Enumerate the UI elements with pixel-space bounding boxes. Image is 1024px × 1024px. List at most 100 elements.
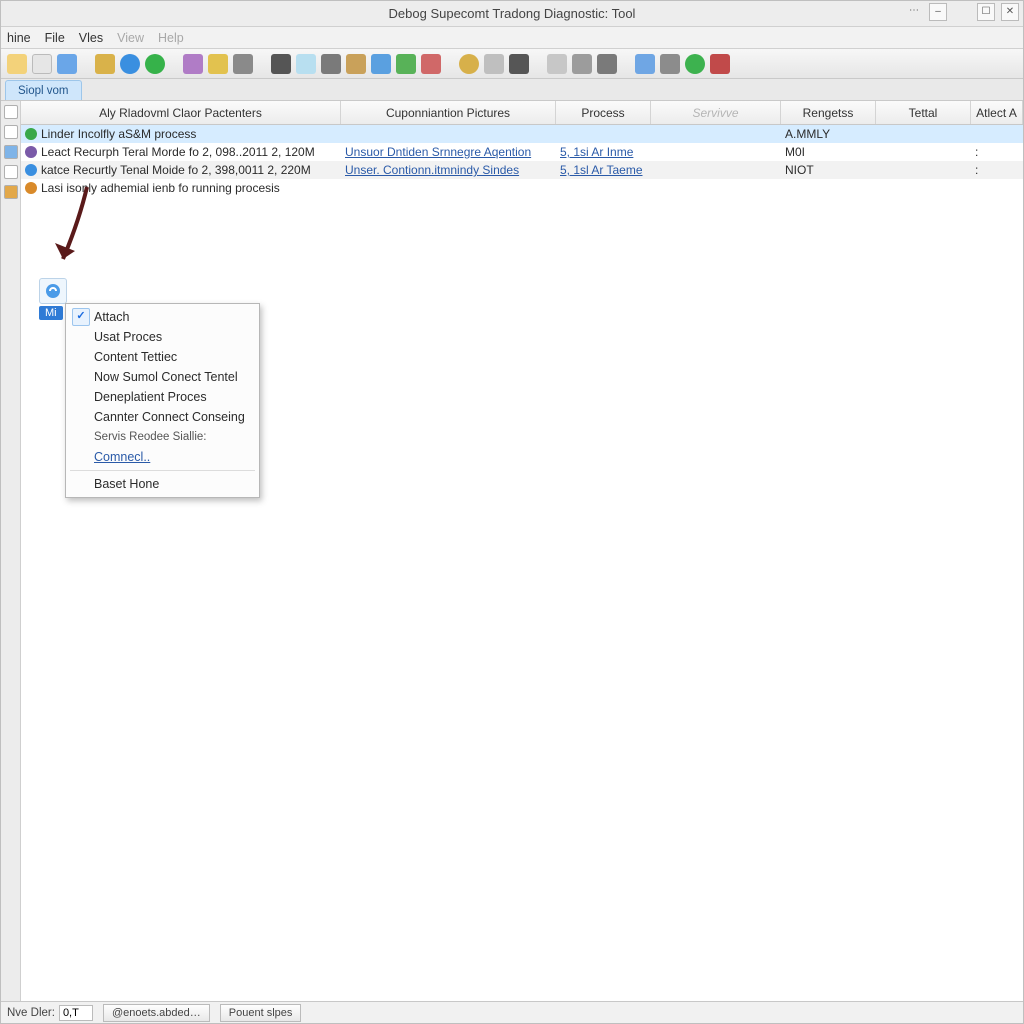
status-button-2[interactable]: Pouent slpes	[220, 1004, 302, 1022]
filter-icon[interactable]	[572, 54, 592, 74]
menu-item-canter-connect[interactable]: Cannter Connect Conseing	[66, 407, 259, 427]
list-icon[interactable]	[484, 54, 504, 74]
wrench-icon[interactable]	[233, 54, 253, 74]
col-header-6[interactable]: Atlect A	[971, 101, 1023, 124]
menu-item-usat-proces[interactable]: Usat Proces	[66, 327, 259, 347]
status-input[interactable]	[59, 1005, 93, 1021]
menu-file[interactable]: File	[45, 31, 65, 45]
window-controls: ⋯ – ☐ ✕	[905, 3, 1019, 21]
col-header-3[interactable]: Servivve	[651, 101, 781, 124]
menu-help[interactable]: Help	[158, 31, 184, 45]
stop-icon[interactable]	[421, 54, 441, 74]
menubar: hine File Vles View Help	[1, 27, 1023, 49]
sidebar-icon[interactable]	[4, 125, 18, 139]
maximize-button[interactable]: ☐	[977, 3, 995, 21]
menu-item-deneplatent[interactable]: Deneplatient Proces	[66, 387, 259, 407]
toolbar	[1, 49, 1023, 79]
scissors-icon[interactable]	[597, 54, 617, 74]
table-rows: Linder Incolfly aS&M process A.MMLY Leac…	[21, 125, 1023, 197]
tag-icon[interactable]	[95, 54, 115, 74]
status-icon	[25, 128, 37, 140]
cell: A.MMLY	[781, 127, 876, 141]
status-icon	[25, 164, 37, 176]
titlebar: Debog Supecomt Tradong Diagnostic: Tool …	[1, 1, 1023, 27]
menu-hine[interactable]: hine	[7, 31, 31, 45]
col-header-4[interactable]: Rengetss	[781, 101, 876, 124]
menu-item-servis[interactable]: Servis Reodee Siallie:	[66, 427, 259, 447]
cell: NIOT	[781, 163, 876, 177]
zoom-icon[interactable]	[547, 54, 567, 74]
menu-item-baset-hone[interactable]: Baset Hone	[66, 474, 259, 494]
process-chip-label: Mi	[39, 306, 63, 320]
cell-link[interactable]: Unser. Contionn.itmnindy Sindes	[345, 163, 519, 177]
process-chip[interactable]: Mi	[39, 278, 67, 320]
clock-icon[interactable]	[459, 54, 479, 74]
left-sidebar	[1, 101, 21, 1001]
server-icon[interactable]	[321, 54, 341, 74]
status-icon	[25, 182, 37, 194]
sidebar-icon[interactable]	[4, 165, 18, 179]
main-panel: Aly Rladovml Claor Pactenters Cuponniant…	[21, 101, 1023, 1001]
menu-item-now-sumol[interactable]: Now Sumol Conect Tentel	[66, 367, 259, 387]
cell: M0I	[781, 145, 876, 159]
tab-label: Siopl vom	[18, 85, 69, 97]
gear-icon[interactable]	[660, 54, 680, 74]
pencil-icon[interactable]	[271, 54, 291, 74]
menu-divider	[70, 470, 255, 471]
window-icon[interactable]	[296, 54, 316, 74]
menu-item-attach[interactable]: Attach	[66, 307, 259, 327]
record-icon[interactable]	[710, 54, 730, 74]
run-icon[interactable]	[685, 54, 705, 74]
table-row[interactable]: Lasi isonly adhemial ienb fo running pro…	[21, 179, 1023, 197]
refresh-icon[interactable]	[635, 54, 655, 74]
cell: Lasi isonly adhemial ienb fo running pro…	[41, 181, 280, 195]
shield-icon[interactable]	[371, 54, 391, 74]
table-row[interactable]: Leact Recurph Teral Morde fo 2, 098..201…	[21, 143, 1023, 161]
window-spacer-icon	[953, 3, 971, 21]
status-field-nve: Nve Dler:	[7, 1005, 93, 1021]
brush-icon[interactable]	[183, 54, 203, 74]
table-header: Aly Rladovml Claor Pactenters Cuponniant…	[21, 101, 1023, 125]
box-icon[interactable]	[346, 54, 366, 74]
tabstrip: Siopl vom	[1, 79, 1023, 101]
table-row[interactable]: katce Recurtly Tenal Moide fo 2, 398,001…	[21, 161, 1023, 179]
cell: :	[971, 163, 1023, 177]
sidebar-icon[interactable]	[4, 105, 18, 119]
globe-icon[interactable]	[120, 54, 140, 74]
cell-link[interactable]: Unsuor Dntiden Srnnegre Aqention	[345, 145, 531, 159]
close-button[interactable]: ✕	[1001, 3, 1019, 21]
menu-vles[interactable]: Vles	[79, 31, 103, 45]
window-title: Debog Supecomt Tradong Diagnostic: Tool	[389, 6, 636, 21]
body: Aly Rladovml Claor Pactenters Cuponniant…	[1, 101, 1023, 1001]
status-button-1[interactable]: @enoets.abded…	[103, 1004, 210, 1022]
col-header-0[interactable]: Aly Rladovml Claor Pactenters	[21, 101, 341, 124]
disk-icon[interactable]	[57, 54, 77, 74]
cell-link[interactable]: 5, 1sl Ar Taeme	[560, 163, 643, 177]
play-icon[interactable]	[145, 54, 165, 74]
col-header-1[interactable]: Cuponniantion Pictures	[341, 101, 556, 124]
menu-view[interactable]: View	[117, 31, 144, 45]
check-icon[interactable]	[396, 54, 416, 74]
cell: Leact Recurph Teral Morde fo 2, 098..201…	[41, 145, 315, 159]
terminal-icon[interactable]	[509, 54, 529, 74]
cell: Linder Incolfly aS&M process	[41, 127, 196, 141]
window-spacer-icon: ⋯	[905, 3, 923, 21]
menu-item-content-tettiec[interactable]: Content Tettiec	[66, 347, 259, 367]
save-icon[interactable]	[32, 54, 52, 74]
bookmark-icon[interactable]	[208, 54, 228, 74]
process-icon	[39, 278, 67, 304]
menu-item-connect-link[interactable]: Comnecl..	[66, 447, 259, 467]
app-window: Debog Supecomt Tradong Diagnostic: Tool …	[0, 0, 1024, 1024]
col-header-5[interactable]: Tettal	[876, 101, 971, 124]
sidebar-icon[interactable]	[4, 185, 18, 199]
col-header-2[interactable]: Process	[556, 101, 651, 124]
tab-active[interactable]: Siopl vom	[5, 80, 82, 100]
cell-link[interactable]: 5, 1si Ar Inme	[560, 145, 633, 159]
table-row[interactable]: Linder Incolfly aS&M process A.MMLY	[21, 125, 1023, 143]
cell: katce Recurtly Tenal Moide fo 2, 398,001…	[41, 163, 311, 177]
context-menu: Attach Usat Proces Content Tettiec Now S…	[65, 303, 260, 498]
minimize-button[interactable]: –	[929, 3, 947, 21]
sidebar-icon[interactable]	[4, 145, 18, 159]
folder-icon[interactable]	[7, 54, 27, 74]
statusbar: Nve Dler: @enoets.abded… Pouent slpes	[1, 1001, 1023, 1023]
